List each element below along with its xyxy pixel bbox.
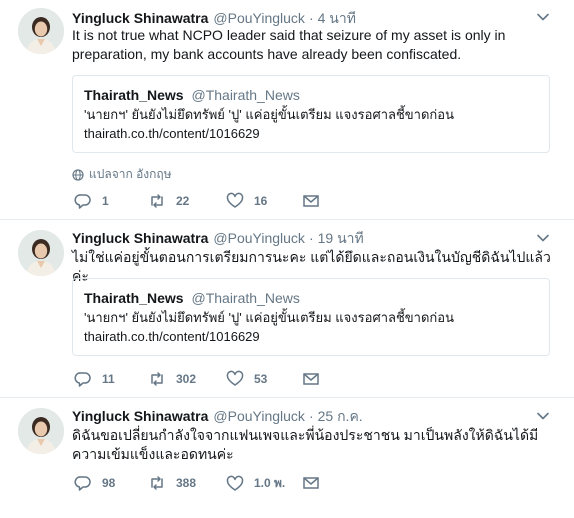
quoted-text: 'นายกฯ' ยันยังไม่ยึดทรัพย์ 'ปู' แค่อยู่ข… <box>84 107 454 122</box>
quoted-link[interactable]: thairath.co.th/content/1016629 <box>84 124 537 143</box>
reply-button[interactable]: 98 <box>74 474 115 492</box>
quoted-link[interactable]: thairath.co.th/content/1016629 <box>84 327 537 346</box>
reply-icon <box>74 194 91 209</box>
like-count: 1.0 พ. <box>254 476 286 490</box>
retweet-button[interactable]: 22 <box>148 192 189 210</box>
display-name[interactable]: Yingluck Shinawatra <box>72 230 208 246</box>
like-button[interactable]: 53 <box>226 370 267 388</box>
tweet-actions: 98 388 1.0 พ. <box>72 474 332 494</box>
timestamp[interactable]: 19 นาที <box>318 228 364 250</box>
quoted-header: Thairath_News @Thairath_News <box>84 289 537 308</box>
tweet-actions: 11 302 53 <box>72 370 332 390</box>
avatar-image <box>18 8 64 54</box>
quoted-tweet[interactable]: Thairath_News @Thairath_News 'นายกฯ' ยัน… <box>72 278 550 356</box>
chevron-down-icon[interactable] <box>536 231 550 245</box>
like-count: 53 <box>254 372 268 386</box>
heart-icon <box>226 370 244 386</box>
retweet-count: 302 <box>176 372 197 386</box>
chevron-down-icon[interactable] <box>536 10 550 24</box>
retweet-icon <box>151 476 163 490</box>
retweet-count: 22 <box>176 194 190 208</box>
tweet-header: Yingluck Shinawatra @PouYingluck · 4 นาท… <box>72 8 356 28</box>
direct-message-button[interactable] <box>302 474 320 492</box>
quoted-display-name: Thairath_News <box>84 290 184 306</box>
avatar[interactable] <box>18 408 64 454</box>
quoted-handle: @Thairath_News <box>191 87 300 103</box>
display-name[interactable]: Yingluck Shinawatra <box>72 10 208 26</box>
timeline: Yingluck Shinawatra @PouYingluck · 4 นาท… <box>0 0 574 518</box>
quoted-header: Thairath_News @Thairath_News <box>84 86 537 105</box>
direct-message-button[interactable] <box>302 192 320 210</box>
envelope-icon <box>303 195 319 207</box>
heart-icon <box>226 475 244 491</box>
tweet-header: Yingluck Shinawatra @PouYingluck · 19 นา… <box>72 228 364 248</box>
avatar-image <box>18 408 64 454</box>
separator: · <box>308 10 314 26</box>
reply-button[interactable]: 11 <box>74 370 115 388</box>
retweet-button[interactable]: 302 <box>148 370 196 388</box>
avatar[interactable] <box>18 8 64 54</box>
retweet-count: 388 <box>176 476 197 490</box>
translate-label: แปลจาก อังกฤษ <box>89 167 172 181</box>
quoted-text: 'นายกฯ' ยันยังไม่ยึดทรัพย์ 'ปู' แค่อยู่ข… <box>84 310 454 325</box>
reply-count: 98 <box>102 476 116 490</box>
display-name[interactable]: Yingluck Shinawatra <box>72 408 208 424</box>
reply-icon <box>74 476 91 491</box>
separator: · <box>308 408 314 424</box>
tweet-actions: 1 22 16 <box>72 192 332 212</box>
tweet-header: Yingluck Shinawatra @PouYingluck · 25 ก.… <box>72 406 363 426</box>
like-count: 16 <box>254 194 268 208</box>
separator: · <box>308 230 314 246</box>
avatar[interactable] <box>18 230 64 276</box>
retweet-icon <box>151 194 163 208</box>
tweet-text: It is not true what NCPO leader said tha… <box>72 27 506 62</box>
envelope-icon <box>303 477 319 489</box>
user-handle[interactable]: @PouYingluck <box>213 10 305 26</box>
like-button[interactable]: 1.0 พ. <box>226 474 285 493</box>
envelope-icon <box>303 373 319 385</box>
retweet-button[interactable]: 388 <box>148 474 196 492</box>
tweet[interactable]: Yingluck Shinawatra @PouYingluck · 19 นา… <box>0 220 574 398</box>
tweet[interactable]: Yingluck Shinawatra @PouYingluck · 25 ก.… <box>0 398 574 518</box>
avatar-image <box>18 230 64 276</box>
tweet[interactable]: Yingluck Shinawatra @PouYingluck · 4 นาท… <box>0 0 574 220</box>
direct-message-button[interactable] <box>302 370 320 388</box>
like-button[interactable]: 16 <box>226 192 267 210</box>
tweet-text: ดิฉันขอเปลี่ยนกำลังใจจากแฟนเพจและพี่น้อง… <box>72 427 539 462</box>
reply-button[interactable]: 1 <box>74 192 109 210</box>
translate-link[interactable]: แปลจาก อังกฤษ <box>72 165 172 184</box>
globe-icon <box>72 168 84 181</box>
reply-icon <box>74 372 91 387</box>
reply-count: 11 <box>102 372 115 386</box>
quoted-handle: @Thairath_News <box>191 290 300 306</box>
quoted-tweet[interactable]: Thairath_News @Thairath_News 'นายกฯ' ยัน… <box>72 75 550 153</box>
reply-count: 1 <box>102 194 109 208</box>
heart-icon <box>226 192 244 208</box>
retweet-icon <box>151 372 163 386</box>
chevron-down-icon[interactable] <box>536 409 550 423</box>
timestamp[interactable]: 25 ก.ค. <box>318 406 363 428</box>
user-handle[interactable]: @PouYingluck <box>213 408 305 424</box>
user-handle[interactable]: @PouYingluck <box>213 230 305 246</box>
quoted-display-name: Thairath_News <box>84 87 184 103</box>
